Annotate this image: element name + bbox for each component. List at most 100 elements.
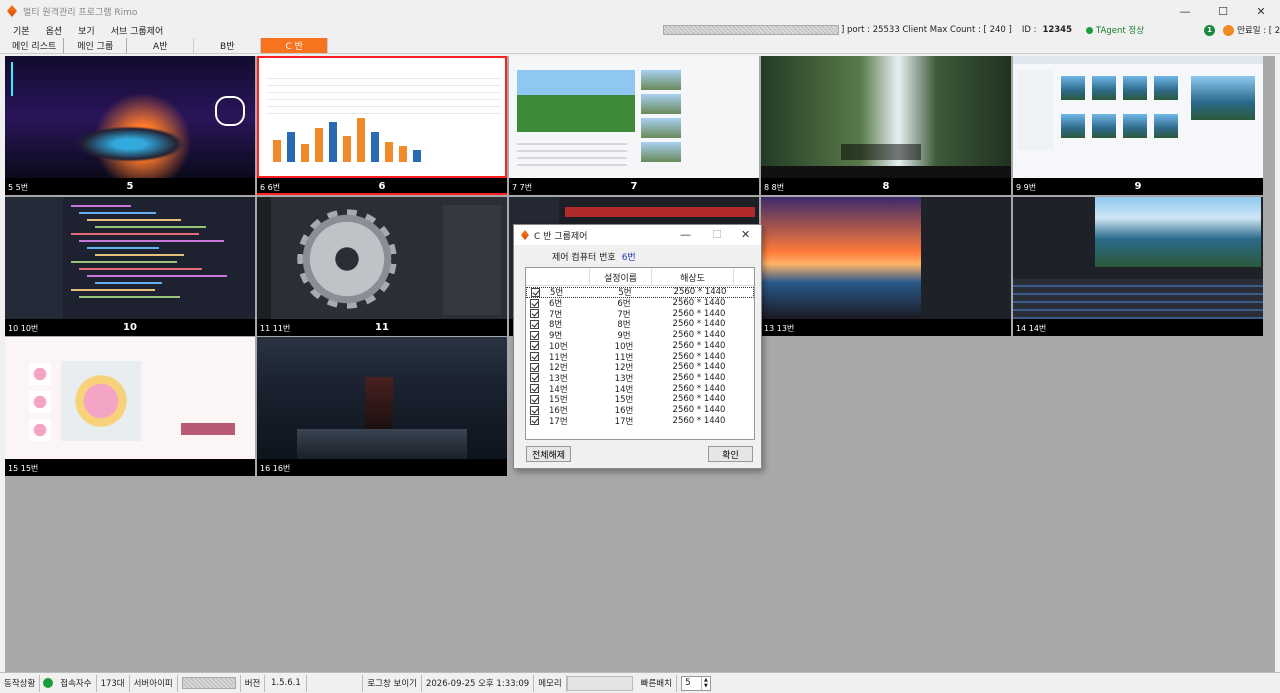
state-ok-icon <box>43 678 54 688</box>
row-checkbox[interactable] <box>530 352 539 362</box>
remote-screen-tile[interactable]: 10 10번 10 <box>5 197 255 336</box>
menu-basic[interactable]: 기본 <box>5 24 38 37</box>
close-button[interactable]: ✕ <box>1242 0 1280 22</box>
pc-list-row[interactable]: 17번 17번 2560 * 1440 <box>526 415 754 427</box>
remote-screen-tile[interactable]: 11 11번 11 <box>257 197 507 336</box>
connections-value: 173대 <box>97 674 130 692</box>
chart-bar <box>413 150 421 162</box>
rss-icon[interactable] <box>1223 24 1235 36</box>
remote-screen-tile[interactable]: 9 9번 9 <box>1013 56 1263 195</box>
tile-caption-bar: 16 16번 <box>257 459 507 476</box>
remote-screen-tile[interactable]: 5 5번 5 <box>5 56 255 195</box>
row-checkbox[interactable] <box>530 298 539 308</box>
video-preview <box>1095 197 1261 267</box>
pc-list[interactable]: 설정이름 해상도 5번 5번 2560 * 1440 6번 6번 2560 * 1440 7… <box>525 267 755 440</box>
tile-pc-number: 9 <box>1134 181 1142 192</box>
row-resolution: 2560 * 1440 <box>672 319 726 330</box>
remote-screen-preview[interactable] <box>5 56 255 178</box>
tab-main-list[interactable]: 메인 리스트 <box>5 38 65 53</box>
row-setting: 17번 <box>614 416 634 427</box>
photo-thumbnail <box>1123 114 1147 138</box>
row-resolution: 2560 * 1440 <box>672 372 726 383</box>
product-thumbnail <box>29 363 51 385</box>
code-line <box>95 282 162 284</box>
row-checkbox[interactable] <box>531 287 540 297</box>
remote-screen-preview[interactable] <box>5 337 255 459</box>
tab-group-b[interactable]: B반 <box>194 38 262 53</box>
remote-screen-tile[interactable]: 14 14번 <box>1013 197 1263 336</box>
state-label: 동작상황 <box>0 674 41 692</box>
code-line <box>71 233 199 235</box>
chart-bar <box>273 140 281 162</box>
code-line <box>79 212 156 214</box>
menu-view[interactable]: 보기 <box>70 24 103 37</box>
chart-bar <box>287 132 295 162</box>
tile-caption-bar: 9 9번 9 <box>1013 178 1263 195</box>
remote-screen-preview[interactable] <box>1013 56 1263 178</box>
remote-screen-tile[interactable]: 16 16번 <box>257 337 507 476</box>
tile-caption-bar: 7 7번 7 <box>509 178 759 195</box>
preview-image <box>1191 76 1255 120</box>
log-window-button[interactable]: 로그창 보이기 <box>363 674 422 692</box>
row-checkbox[interactable] <box>530 373 539 383</box>
quick-layout-stepper[interactable]: 5 ▲ ▼ <box>680 675 711 691</box>
map-overlay <box>215 96 245 126</box>
tab-group-a[interactable]: A반 <box>127 38 195 53</box>
row-checkbox[interactable] <box>530 341 539 351</box>
remote-screen-preview[interactable] <box>509 56 759 178</box>
remote-screen-tile[interactable]: 6 6번 6 <box>257 56 507 195</box>
remote-screen-preview[interactable] <box>257 337 507 459</box>
hud-overlay <box>11 62 51 96</box>
minimize-button[interactable]: — <box>1166 0 1204 22</box>
version-label: 버전 <box>241 674 266 692</box>
file-explorer <box>5 197 63 319</box>
remote-screen-preview[interactable] <box>5 197 255 319</box>
properties-panel <box>443 205 501 315</box>
row-checkbox[interactable] <box>530 394 539 404</box>
remote-screen-preview[interactable] <box>257 197 507 319</box>
remote-screen-preview[interactable] <box>257 56 507 178</box>
tile-pc-label: 14 14번 <box>1016 324 1047 333</box>
remote-screen-preview[interactable] <box>761 56 1011 178</box>
dialog-close-button[interactable]: ✕ <box>741 228 750 241</box>
row-checkbox[interactable] <box>530 309 539 319</box>
notification-badge[interactable]: 1 <box>1204 24 1216 36</box>
dialog-minimize-button[interactable]: — <box>680 228 691 241</box>
chart-bar <box>385 142 393 162</box>
code-line <box>71 261 177 263</box>
tile-pc-label: 13 13번 <box>764 324 795 333</box>
remote-screen-tile[interactable]: 13 13번 <box>761 197 1011 336</box>
column-header-check[interactable] <box>526 268 590 286</box>
row-checkbox[interactable] <box>530 362 539 372</box>
row-checkbox[interactable] <box>530 330 539 340</box>
row-checkbox[interactable] <box>530 319 539 329</box>
remote-screen-preview[interactable] <box>1013 197 1263 319</box>
article-thumbnail <box>641 142 681 162</box>
bridge-floor <box>297 429 467 459</box>
tile-caption-bar: 8 8번 8 <box>761 178 1011 195</box>
tile-caption-bar: 14 14번 <box>1013 319 1263 336</box>
confirm-button[interactable]: 확인 <box>708 446 753 462</box>
menu-sub-group-control[interactable]: 서브 그룹제어 <box>103 24 172 37</box>
stepper-arrows-icon[interactable]: ▲ ▼ <box>700 676 710 690</box>
remote-screen-tile[interactable]: 8 8번 8 <box>761 56 1011 195</box>
photo-thumbnail <box>1061 114 1085 138</box>
code-line <box>95 254 184 256</box>
menu-options[interactable]: 옵션 <box>38 24 71 37</box>
dialog-maximize-button[interactable]: ☐ <box>712 228 722 241</box>
column-header-resolution[interactable]: 해상도 <box>652 268 734 286</box>
product-thumbnail <box>29 391 51 413</box>
row-checkbox[interactable] <box>530 384 539 394</box>
tab-main-group[interactable]: 메인 그룹 <box>64 38 128 53</box>
maximize-button[interactable]: ☐ <box>1204 0 1242 22</box>
row-checkbox[interactable] <box>530 405 539 415</box>
agent-status: TAgent 정상 <box>1096 26 1145 36</box>
clear-all-button[interactable]: 전체해제 <box>526 446 571 462</box>
row-checkbox[interactable] <box>530 416 539 426</box>
column-header-setting[interactable]: 설정이름 <box>590 268 652 286</box>
remote-screen-tile[interactable]: 15 15번 <box>5 337 255 476</box>
remote-screen-preview[interactable] <box>761 197 1011 319</box>
remote-screen-tile[interactable]: 7 7번 7 <box>509 56 759 195</box>
tab-group-c[interactable]: C 반 <box>261 38 329 53</box>
row-resolution: 2560 * 1440 <box>672 362 726 373</box>
